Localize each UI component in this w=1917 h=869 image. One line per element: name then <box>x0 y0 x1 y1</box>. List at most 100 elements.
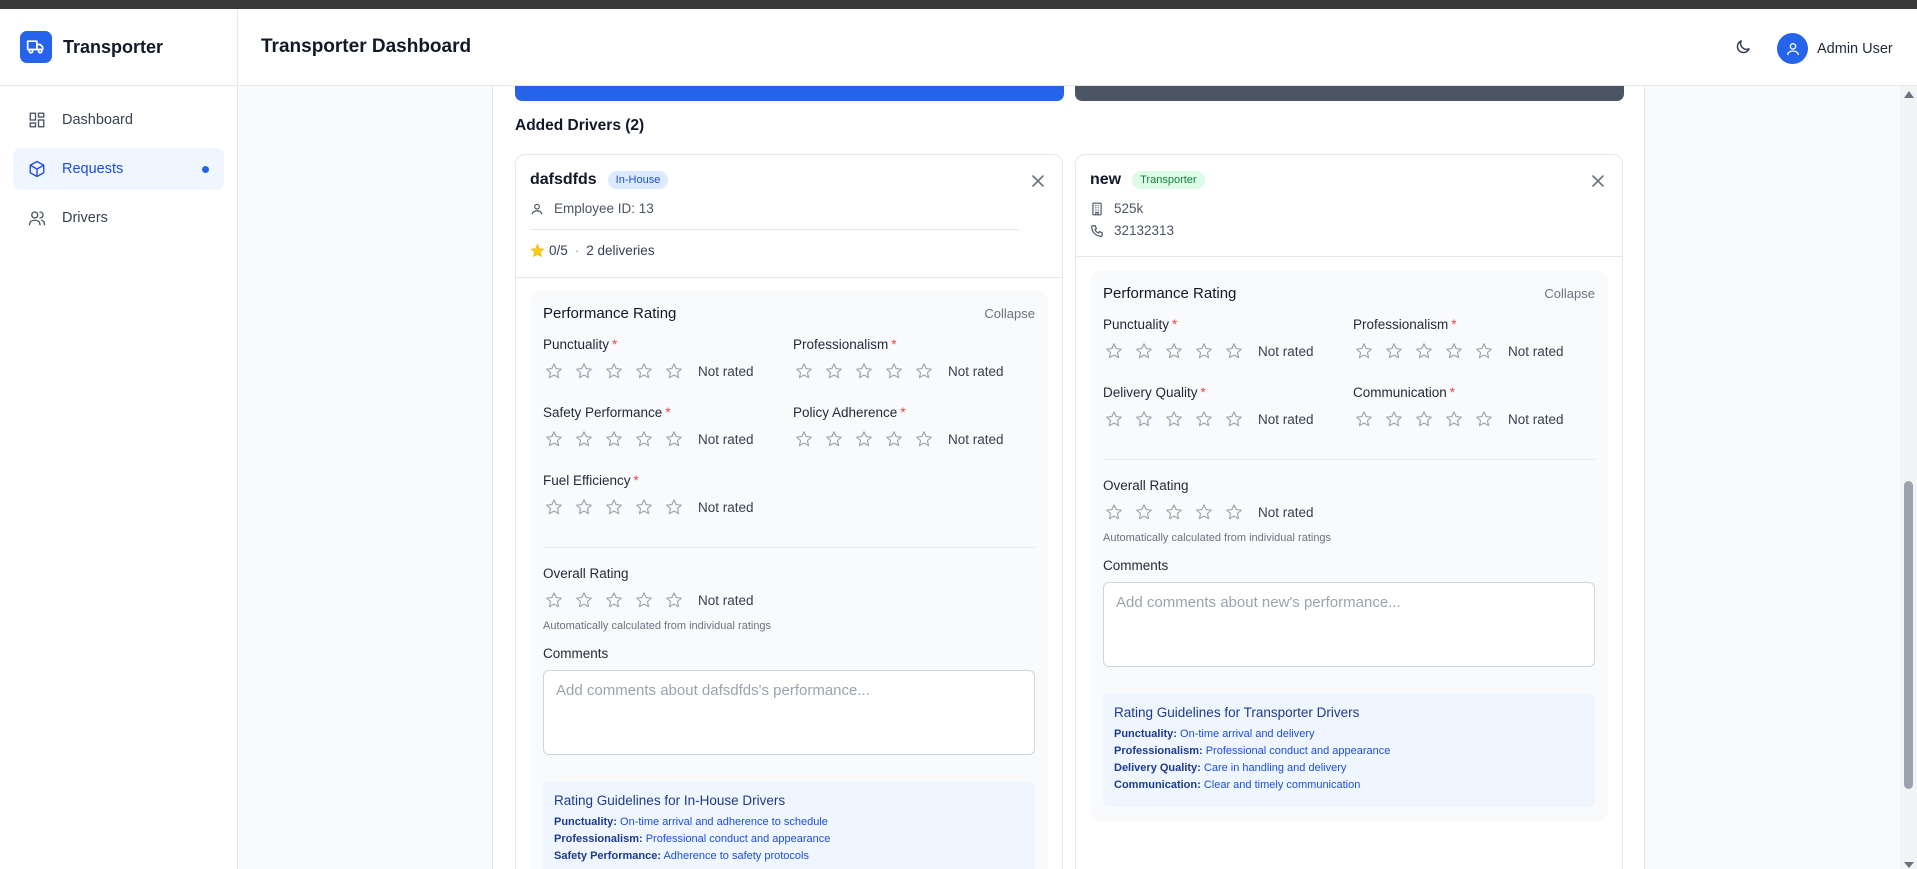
star-icon[interactable] <box>883 360 905 382</box>
star-icon[interactable] <box>793 360 815 382</box>
star-icon[interactable] <box>603 428 625 450</box>
collapse-button[interactable]: Collapse <box>984 306 1035 321</box>
star-icon[interactable] <box>1103 501 1125 523</box>
primary-action-button[interactable] <box>515 86 1064 101</box>
star-icon[interactable] <box>1223 408 1245 430</box>
sidebar-item-dashboard[interactable]: Dashboard <box>13 99 224 141</box>
star-icon[interactable] <box>1413 408 1435 430</box>
sidebar-nav: Dashboard Requests Drivers <box>0 86 237 259</box>
required-asterisk: * <box>633 473 639 488</box>
star-icon[interactable] <box>1163 501 1185 523</box>
scroll-down-arrow[interactable] <box>1904 862 1914 868</box>
star-icon[interactable] <box>543 360 565 382</box>
star-icon[interactable] <box>663 496 685 518</box>
star-icon[interactable] <box>1353 340 1375 362</box>
star-icon[interactable] <box>913 428 935 450</box>
star-icon[interactable] <box>1353 408 1375 430</box>
criteria-grid: Punctuality * Not rated Professionalism * Not… <box>543 337 1035 541</box>
star-icon[interactable] <box>1133 340 1155 362</box>
star-icon[interactable] <box>1163 408 1185 430</box>
driver-type-badge: Transporter <box>1132 171 1205 189</box>
sidebar: Transporter Dashboard Requests Drivers <box>0 9 238 869</box>
star-icon[interactable] <box>1193 501 1215 523</box>
criterion-label-text: Professionalism <box>1353 317 1449 332</box>
star-icon[interactable] <box>853 360 875 382</box>
star-icon[interactable] <box>1383 340 1405 362</box>
star-icon[interactable] <box>603 589 625 611</box>
star-icon[interactable] <box>1163 340 1185 362</box>
company-text: 525k <box>1114 201 1144 216</box>
user-icon <box>531 203 543 214</box>
star-icon[interactable] <box>913 360 935 382</box>
star-icon[interactable] <box>883 428 905 450</box>
star-icon[interactable] <box>573 428 595 450</box>
building-icon <box>1092 202 1102 215</box>
star-icon[interactable] <box>633 428 655 450</box>
scroll-thumb[interactable] <box>1904 481 1913 789</box>
rating-status: Not rated <box>698 499 754 515</box>
star-icon[interactable] <box>1223 340 1245 362</box>
company-info: 525k <box>1090 201 1143 216</box>
star-icon[interactable] <box>823 428 845 450</box>
rating-status: Not rated <box>1258 411 1314 427</box>
brand[interactable]: Transporter <box>0 9 237 86</box>
star-icon[interactable] <box>573 360 595 382</box>
star-icon[interactable] <box>823 360 845 382</box>
star-icon[interactable] <box>633 496 655 518</box>
driver-header: new Transporter <box>1090 171 1205 189</box>
star-icon[interactable] <box>633 360 655 382</box>
remove-driver-button[interactable] <box>1030 173 1046 189</box>
rating-criterion: Punctuality * Not rated <box>543 337 793 405</box>
theme-toggle-button[interactable] <box>1732 36 1754 58</box>
rating-criterion: Professionalism * Not rated <box>1353 317 1603 385</box>
star-icon[interactable] <box>543 589 565 611</box>
star-icon[interactable] <box>543 428 565 450</box>
divider <box>543 547 1035 548</box>
user-menu[interactable]: Admin User <box>1777 33 1893 64</box>
star-icon[interactable] <box>1133 501 1155 523</box>
star-icon[interactable] <box>1193 408 1215 430</box>
star-icon[interactable] <box>603 496 625 518</box>
star-icon[interactable] <box>1383 408 1405 430</box>
star-icon[interactable] <box>1133 408 1155 430</box>
comments-input[interactable] <box>1103 582 1595 667</box>
star-icon[interactable] <box>633 589 655 611</box>
scrollbar[interactable] <box>1900 86 1917 869</box>
phone-info: 32132313 <box>1090 223 1174 238</box>
star-icon[interactable] <box>663 589 685 611</box>
sidebar-item-requests[interactable]: Requests <box>13 148 224 190</box>
star-icon[interactable] <box>793 428 815 450</box>
star-icon[interactable] <box>1443 408 1465 430</box>
guideline-item: Communication: Clear and timely communic… <box>1114 779 1584 791</box>
driver-deliveries: 2 deliveries <box>586 243 655 258</box>
criterion-label: Professionalism * <box>793 337 1043 352</box>
star-icon[interactable] <box>853 428 875 450</box>
star-icon[interactable] <box>663 428 685 450</box>
moon-icon <box>1736 40 1750 54</box>
star-icon[interactable] <box>603 360 625 382</box>
star-icon[interactable] <box>1103 340 1125 362</box>
rating-status: Not rated <box>698 363 754 379</box>
comments-input[interactable] <box>543 670 1035 755</box>
sidebar-item-drivers[interactable]: Drivers <box>13 197 224 239</box>
remove-driver-button[interactable] <box>1590 173 1606 189</box>
collapse-button[interactable]: Collapse <box>1544 286 1595 301</box>
star-icon[interactable] <box>543 496 565 518</box>
star-icon[interactable] <box>1413 340 1435 362</box>
star-icon[interactable] <box>1473 340 1495 362</box>
secondary-action-button[interactable] <box>1075 86 1624 101</box>
guideline-desc: Professional conduct and appearance <box>1205 745 1391 757</box>
criterion-label-text: Punctuality <box>543 337 610 352</box>
star-icon[interactable] <box>1473 408 1495 430</box>
close-icon <box>1032 175 1044 187</box>
star-icon[interactable] <box>1193 340 1215 362</box>
star-icon[interactable] <box>573 589 595 611</box>
rating-criterion: Professionalism * Not rated <box>793 337 1043 405</box>
driver-card: new Transporter 525k 32132313 Performanc… <box>1075 154 1623 869</box>
star-icon[interactable] <box>1103 408 1125 430</box>
star-icon[interactable] <box>663 360 685 382</box>
star-icon[interactable] <box>1223 501 1245 523</box>
star-icon[interactable] <box>1443 340 1465 362</box>
star-icon[interactable] <box>573 496 595 518</box>
scroll-up-arrow[interactable] <box>1904 91 1914 98</box>
